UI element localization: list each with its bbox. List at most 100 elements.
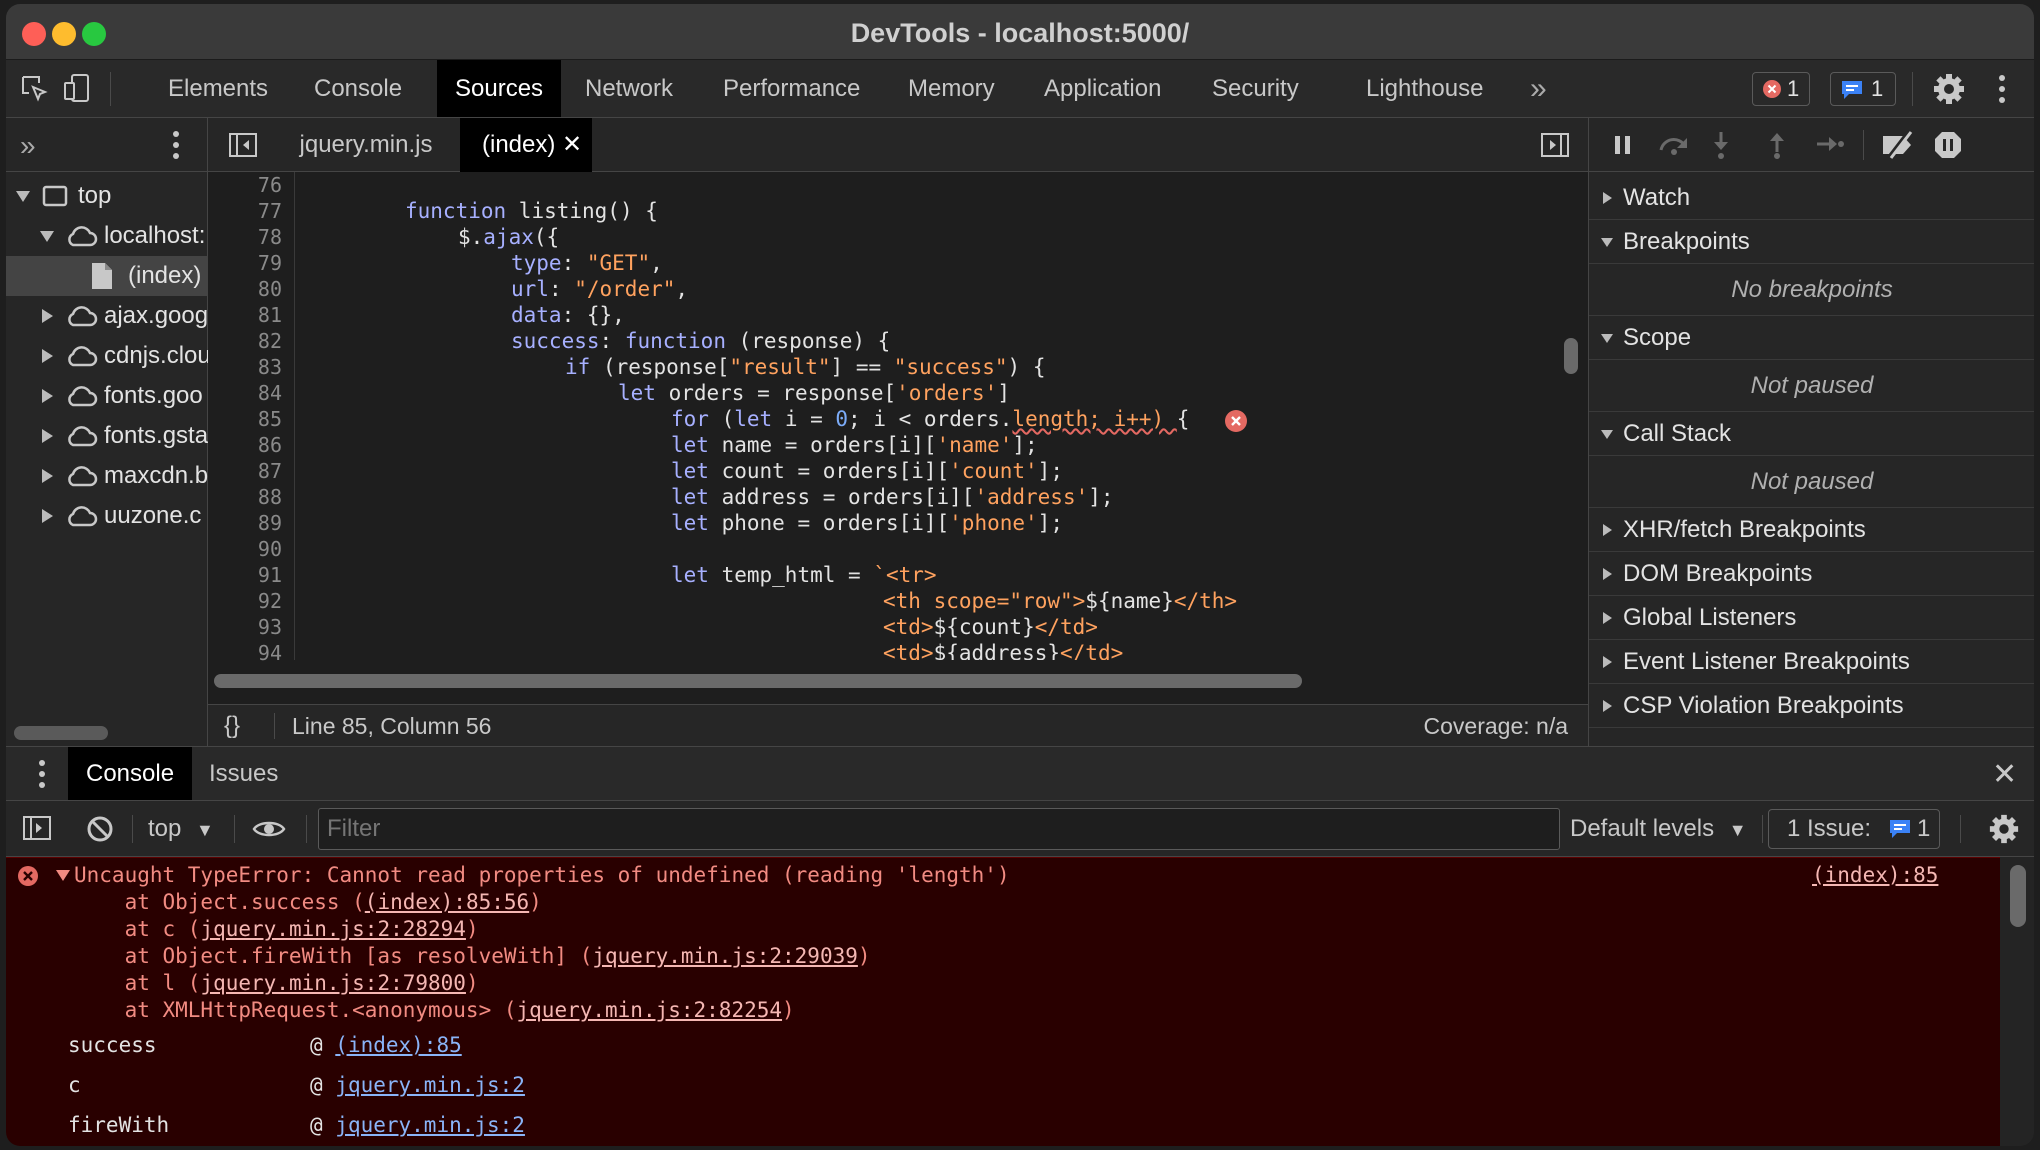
drawer-menu-icon[interactable]: [38, 759, 46, 789]
tree-item-ajax[interactable]: ajax.goog: [6, 296, 208, 336]
pretty-print-icon[interactable]: {}: [224, 705, 240, 747]
toggle-debugger-icon[interactable]: [1540, 132, 1570, 158]
tree-item-localhost[interactable]: localhost:: [6, 216, 208, 256]
line-error-icon[interactable]: [1225, 410, 1247, 432]
editor-horizontal-scrollbar[interactable]: [214, 674, 1302, 688]
clear-console-icon[interactable]: [86, 815, 114, 843]
frame-link[interactable]: (index):85: [335, 1033, 461, 1057]
more-options-icon[interactable]: [1998, 74, 2006, 104]
collapsed-arrow-icon[interactable]: [42, 469, 53, 483]
line-number[interactable]: 93: [258, 614, 282, 640]
line-number[interactable]: 76: [258, 172, 282, 198]
collapsed-arrow-icon[interactable]: [42, 349, 53, 363]
pause-icon[interactable]: [1613, 134, 1633, 156]
call-stack-section-header[interactable]: Call Stack: [1589, 412, 2034, 456]
line-number[interactable]: 90: [258, 536, 282, 562]
tab-application[interactable]: Application: [1044, 60, 1161, 117]
stack-link[interactable]: (index):85:56: [365, 890, 529, 914]
issue-count-badge[interactable]: 1: [1830, 72, 1896, 106]
tab-network[interactable]: Network: [585, 60, 673, 117]
line-number[interactable]: 85: [258, 406, 282, 432]
line-number[interactable]: 91: [258, 562, 282, 588]
context-selector[interactable]: top ▼: [148, 801, 214, 857]
error-count-badge[interactable]: 1: [1752, 72, 1810, 106]
file-tab-index[interactable]: (index) ✕: [460, 118, 592, 172]
dom-breakpoints-section-header[interactable]: DOM Breakpoints: [1589, 552, 2034, 596]
scope-section-header[interactable]: Scope: [1589, 316, 2034, 360]
error-source-link[interactable]: (index):85: [1812, 862, 1938, 889]
line-number[interactable]: 79: [258, 250, 282, 276]
collapsed-arrow-icon[interactable]: [42, 509, 53, 523]
line-number[interactable]: 77: [258, 198, 282, 224]
log-levels-dropdown[interactable]: Default levels ▼: [1570, 801, 1747, 857]
stack-link[interactable]: jquery.min.js:2:29039: [592, 944, 858, 968]
tree-item-index[interactable]: (index): [6, 256, 208, 296]
pause-on-exceptions-icon[interactable]: [1933, 130, 1963, 160]
close-drawer-icon[interactable]: ✕: [1992, 757, 2017, 792]
collapsed-arrow-icon[interactable]: [42, 389, 53, 403]
tab-console[interactable]: Console: [314, 60, 402, 117]
xhr-breakpoints-section-header[interactable]: XHR/fetch Breakpoints: [1589, 508, 2034, 552]
stack-link[interactable]: jquery.min.js:2:28294: [200, 917, 466, 941]
inspect-element-icon[interactable]: [20, 74, 50, 104]
line-number[interactable]: 87: [258, 458, 282, 484]
line-number[interactable]: 92: [258, 588, 282, 614]
tab-lighthouse[interactable]: Lighthouse: [1366, 60, 1483, 117]
show-sidebar-icon[interactable]: [22, 815, 52, 841]
tree-item-fonts-gstatic[interactable]: fonts.gsta: [6, 416, 208, 456]
navigator-more-icon[interactable]: [172, 130, 180, 160]
navigator-scrollbar[interactable]: [14, 726, 108, 740]
expand-arrow-icon[interactable]: [40, 231, 54, 242]
file-tab-jquery[interactable]: jquery.min.js: [288, 118, 444, 172]
more-tabs-button[interactable]: »: [1530, 60, 1547, 117]
line-number[interactable]: 88: [258, 484, 282, 510]
tab-memory[interactable]: Memory: [908, 60, 995, 117]
stack-link[interactable]: jquery.min.js:2:79800: [200, 971, 466, 995]
tree-item-cdnjs[interactable]: cdnjs.clou: [6, 336, 208, 376]
step-into-icon[interactable]: [1711, 130, 1731, 160]
line-number[interactable]: 78: [258, 224, 282, 250]
settings-gear-icon[interactable]: [1932, 72, 1966, 106]
frame-link[interactable]: jquery.min.js:2: [335, 1073, 525, 1097]
deactivate-breakpoints-icon[interactable]: [1879, 130, 1917, 160]
line-number[interactable]: 80: [258, 276, 282, 302]
drawer-tab-console[interactable]: Console: [68, 747, 193, 800]
live-expression-eye-icon[interactable]: [252, 817, 286, 841]
issues-counter-button[interactable]: 1 Issue: 1: [1768, 809, 1940, 849]
expand-navigator-icon[interactable]: »: [20, 130, 36, 162]
drawer-tab-issues[interactable]: Issues: [209, 747, 278, 800]
expand-arrow-icon[interactable]: [16, 191, 30, 202]
step-out-icon[interactable]: [1767, 130, 1787, 160]
collapsed-arrow-icon[interactable]: [42, 429, 53, 443]
tab-security[interactable]: Security: [1212, 60, 1299, 117]
collapsed-arrow-icon[interactable]: [42, 309, 53, 323]
breakpoints-section-header[interactable]: Breakpoints: [1589, 220, 2034, 264]
line-number[interactable]: 89: [258, 510, 282, 536]
toggle-navigator-icon[interactable]: [228, 132, 258, 158]
line-number[interactable]: 94: [258, 640, 282, 666]
line-number[interactable]: 82: [258, 328, 282, 354]
tree-item-uuzone[interactable]: uuzone.c: [6, 496, 208, 536]
console-scrollbar[interactable]: [2010, 865, 2026, 927]
editor-vertical-scrollbar[interactable]: [1564, 338, 1578, 374]
tab-sources[interactable]: Sources: [437, 60, 562, 117]
line-number[interactable]: 84: [258, 380, 282, 406]
step-icon[interactable]: [1815, 134, 1845, 154]
device-toolbar-icon[interactable]: [62, 72, 92, 104]
event-listener-breakpoints-section-header[interactable]: Event Listener Breakpoints: [1589, 640, 2034, 684]
global-listeners-section-header[interactable]: Global Listeners: [1589, 596, 2034, 640]
expand-arrow-icon[interactable]: [56, 870, 70, 881]
watch-section-header[interactable]: Watch: [1589, 176, 2034, 220]
step-over-icon[interactable]: [1657, 132, 1691, 156]
tab-performance[interactable]: Performance: [723, 60, 860, 117]
frame-link[interactable]: jquery.min.js:2: [335, 1113, 525, 1137]
tree-item-fonts-google[interactable]: fonts.goo: [6, 376, 208, 416]
console-settings-gear-icon[interactable]: [1988, 813, 2020, 845]
stack-link[interactable]: jquery.min.js:2:82254: [517, 998, 783, 1022]
code-content[interactable]: function listing() { $.ajax({ type: "GET…: [294, 172, 1560, 660]
console-filter-input[interactable]: [318, 808, 1560, 850]
tree-item-maxcdn[interactable]: maxcdn.b: [6, 456, 208, 496]
line-number[interactable]: 81: [258, 302, 282, 328]
tab-elements[interactable]: Elements: [168, 60, 268, 117]
close-tab-icon[interactable]: ✕: [562, 118, 582, 172]
